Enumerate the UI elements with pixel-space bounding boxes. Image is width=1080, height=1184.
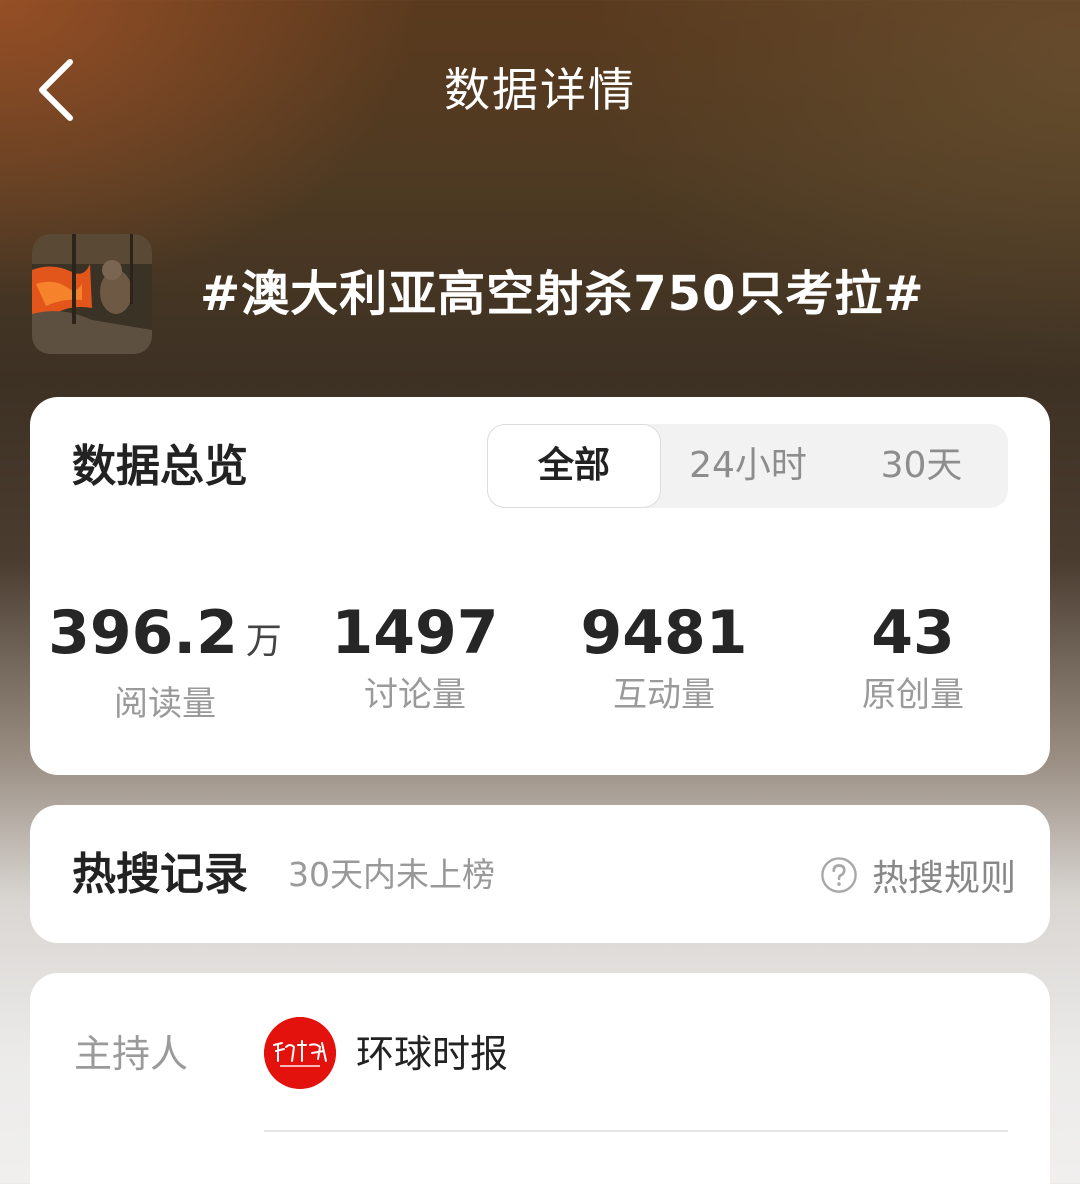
host-avatar[interactable] (264, 1017, 336, 1089)
data-overview-card: 数据总览 全部 24小时 30天 396.2 万 阅读量 1497 讨论量 948… (30, 397, 1050, 775)
host-name[interactable]: 环球时报 (356, 1029, 508, 1079)
stat-originals: 43 原创量 (788, 597, 1038, 717)
host-card: 主持人 环球时报 (30, 973, 1050, 1184)
navigation-bar: 数据详情 (0, 40, 1080, 140)
topic-thumbnail (32, 234, 152, 354)
stat-reads-unit: 万 (245, 621, 282, 662)
question-circle-icon (821, 857, 857, 893)
overview-title: 数据总览 (72, 441, 248, 492)
hot-search-rules-link[interactable]: 热搜规则 (820, 849, 1016, 901)
stat-interactions: 9481 互动量 (539, 597, 789, 717)
hot-search-status: 30天内未上榜 (288, 855, 495, 894)
hot-search-title: 热搜记录 (72, 849, 248, 900)
stat-reads-value: 396.2 (48, 598, 238, 668)
tab-24-hours[interactable]: 24小时 (661, 424, 835, 508)
stat-originals-value: 43 (871, 598, 955, 668)
stat-reads-label: 阅读量 (114, 684, 216, 724)
tab-30-days[interactable]: 30天 (835, 424, 1008, 508)
time-range-segmented-control: 全部 24小时 30天 (487, 424, 1008, 508)
topic-title: #澳大利亚高空射杀750只考拉# (200, 266, 925, 322)
hot-search-rules-label: 热搜规则 (871, 858, 1016, 899)
hot-search-card: 热搜记录 30天内未上榜 热搜规则 (30, 805, 1050, 943)
topic-header: #澳大利亚高空射杀750只考拉# (32, 234, 1052, 358)
page-title: 数据详情 (444, 63, 636, 117)
divider (264, 1130, 1008, 1132)
stat-interactions-label: 互动量 (613, 675, 715, 715)
stat-discussions: 1497 讨论量 (290, 597, 540, 717)
stat-reads: 396.2 万 阅读量 (40, 597, 290, 726)
tab-all[interactable]: 全部 (487, 424, 661, 508)
stat-discussions-label: 讨论量 (364, 675, 466, 715)
stat-originals-label: 原创量 (862, 675, 964, 715)
host-label: 主持人 (74, 1032, 189, 1076)
stat-discussions-value: 1497 (331, 598, 499, 668)
stat-interactions-value: 9481 (580, 598, 748, 668)
